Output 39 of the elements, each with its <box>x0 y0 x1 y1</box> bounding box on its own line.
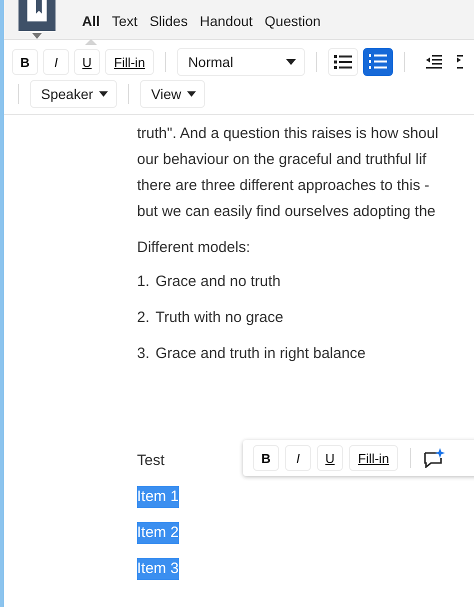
tab[interactable]: Question <box>258 12 327 30</box>
text-line: there are three different approaches to this - <box>137 176 430 196</box>
text-line: Different models: <box>137 238 252 258</box>
list-item: Grace and no truth <box>156 272 281 290</box>
logo-icon[interactable] <box>18 0 56 32</box>
text-line: our behaviour on the graceful and truthful lif <box>137 150 428 170</box>
comment-sparkle-icon[interactable] <box>423 448 446 468</box>
text-line: Test <box>137 451 165 471</box>
fill-in-button[interactable]: Fill-in <box>105 49 154 75</box>
bullet-list-button[interactable] <box>328 48 358 76</box>
numbered-list-icon <box>369 54 388 70</box>
tab[interactable]: Slides <box>144 12 194 30</box>
text-line: but we can easily find ourselves adopting the <box>137 202 437 222</box>
underline-button[interactable]: U <box>317 445 343 471</box>
caret-icon <box>187 91 196 97</box>
outdent-icon[interactable] <box>426 55 442 69</box>
list-number: 1. <box>137 272 150 290</box>
list-item: Truth with no grace <box>156 308 284 326</box>
tab[interactable]: Handout <box>194 12 259 30</box>
tab[interactable]: All <box>76 12 106 30</box>
numbered-list-button[interactable] <box>363 48 394 76</box>
list-item: Grace and truth in right balance <box>156 344 366 362</box>
indent-icon[interactable] <box>457 55 464 69</box>
fill-in-button[interactable]: Fill-in <box>349 445 398 471</box>
list-number: 3. <box>137 344 150 362</box>
bold-button[interactable]: B <box>253 445 279 471</box>
bold-button[interactable]: B <box>12 49 38 75</box>
tab[interactable]: Text <box>106 12 144 30</box>
bullet-list-icon <box>334 55 352 69</box>
dropdown-button[interactable]: Speaker <box>30 80 118 108</box>
italic-button[interactable]: I <box>43 49 69 75</box>
caret-icon <box>286 59 296 65</box>
text-line: truth". And a question this raises is how shoul <box>137 124 440 144</box>
style-dropdown[interactable]: Normal <box>177 48 306 76</box>
caret-icon <box>99 91 108 97</box>
list-number: 2. <box>137 308 150 326</box>
italic-button[interactable]: I <box>285 445 311 471</box>
dropdown-button[interactable]: View <box>140 80 206 108</box>
underline-button[interactable]: U <box>74 49 100 75</box>
